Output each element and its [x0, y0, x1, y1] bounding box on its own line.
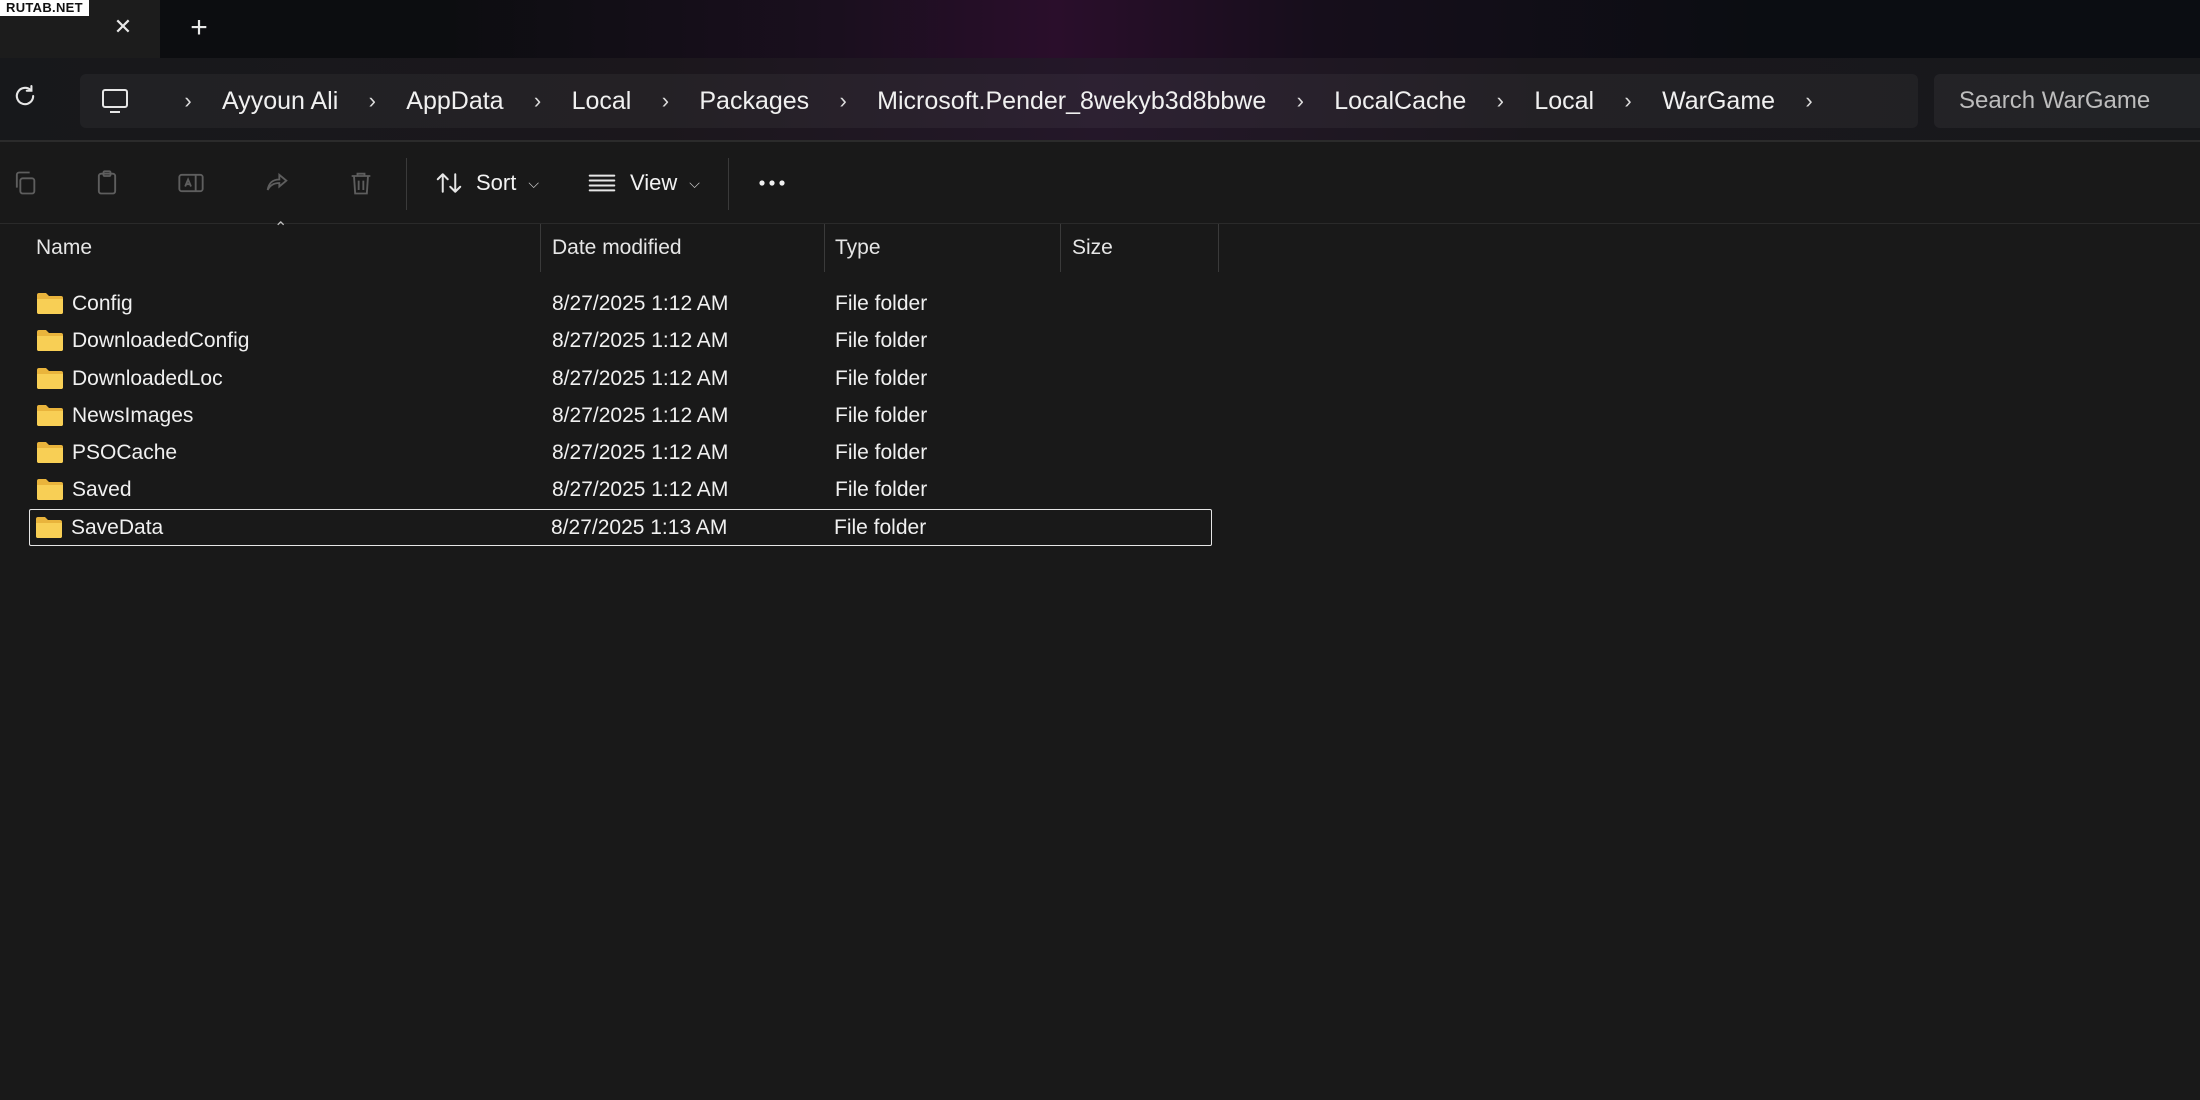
folder-icon [36, 403, 64, 427]
file-name: NewsImages [72, 403, 194, 427]
chevron-right-icon[interactable]: › [1488, 88, 1512, 114]
file-date-modified: 8/27/2025 1:12 AM [552, 441, 729, 465]
share-icon[interactable] [262, 168, 292, 198]
file-date-modified: 8/27/2025 1:12 AM [552, 366, 729, 390]
file-row[interactable]: NewsImages 8/27/2025 1:12 AM File folder [30, 397, 1212, 434]
file-row[interactable]: Saved 8/27/2025 1:12 AM File folder [30, 471, 1212, 508]
file-type: File folder [835, 329, 928, 353]
chevron-right-icon[interactable]: › [1288, 88, 1312, 114]
breadcrumb-item[interactable]: LocalCache [1334, 87, 1466, 116]
file-date-modified: 8/27/2025 1:13 AM [551, 515, 728, 539]
paste-icon[interactable] [92, 168, 122, 198]
toolbar-divider [406, 158, 407, 210]
chevron-right-icon[interactable]: › [176, 88, 200, 114]
breadcrumb-item[interactable]: Local [572, 87, 632, 116]
file-date-modified: 8/27/2025 1:12 AM [552, 478, 729, 502]
toolbar-divider [728, 158, 729, 210]
column-name-label: Name [36, 236, 93, 259]
column-header-name[interactable]: Name [26, 224, 540, 272]
column-divider[interactable] [1218, 224, 1219, 272]
chevron-right-icon[interactable]: › [526, 88, 550, 114]
chevron-right-icon[interactable]: › [1797, 88, 1821, 114]
file-date-modified: 8/27/2025 1:12 AM [552, 403, 729, 427]
column-divider[interactable] [540, 224, 541, 272]
column-headers: Name Date modified Type Size [0, 224, 1220, 272]
column-type-label: Type [835, 236, 881, 259]
file-name: DownloadedLoc [72, 366, 223, 390]
delete-icon[interactable] [346, 168, 376, 198]
watermark: RUTAB.NET [0, 0, 89, 16]
view-label: View [630, 170, 678, 195]
file-type: File folder [835, 441, 928, 465]
folder-icon [36, 291, 64, 315]
view-button[interactable]: View ⌵ [586, 164, 700, 202]
file-name: Saved [72, 478, 132, 502]
file-type: File folder [835, 478, 928, 502]
column-header-size[interactable]: Size [1062, 224, 1218, 272]
folder-icon [35, 515, 63, 539]
address-row: › Ayyoun Ali › AppData › Local › Packages › Micro… [0, 58, 2200, 142]
copy-icon[interactable] [10, 168, 40, 198]
chevron-right-icon[interactable]: › [831, 88, 855, 114]
column-divider[interactable] [1060, 224, 1061, 272]
file-list: Config 8/27/2025 1:12 AM File folder Downlo… [29, 285, 1212, 547]
file-name: PSOCache [72, 441, 178, 465]
file-type: File folder [835, 366, 928, 390]
search-placeholder: Search WarGame [1959, 87, 2151, 114]
breadcrumb-item[interactable]: WarGame [1662, 87, 1775, 116]
breadcrumb-item[interactable]: Local [1534, 87, 1594, 116]
breadcrumb-item[interactable]: Packages [699, 87, 809, 116]
file-type: File folder [834, 515, 927, 539]
more-icon[interactable] [756, 168, 788, 198]
file-name: Config [72, 292, 133, 315]
rename-icon[interactable] [176, 168, 206, 198]
chevron-down-icon: ⌵ [689, 174, 700, 191]
file-date-modified: 8/27/2025 1:12 AM [552, 292, 729, 315]
close-icon[interactable]: ✕ [108, 12, 138, 42]
file-row[interactable]: DownloadedConfig 8/27/2025 1:12 AM File fo… [30, 322, 1212, 359]
chevron-down-icon: ⌵ [528, 174, 539, 191]
chevron-right-icon[interactable]: › [1616, 88, 1640, 114]
breadcrumb-item[interactable]: Microsoft.Pender_8wekyb3d8bbwe [877, 87, 1266, 116]
folder-icon [36, 328, 64, 352]
file-row[interactable]: SaveData 8/27/2025 1:13 AM File folder [29, 508, 1212, 547]
computer-icon[interactable] [98, 84, 132, 118]
breadcrumb[interactable]: › Ayyoun Ali › AppData › Local › Packages › Micro… [80, 74, 1918, 128]
folder-icon [36, 366, 64, 390]
command-bar: Sort ⌵ View ⌵ [0, 142, 2200, 224]
file-type: File folder [835, 292, 928, 315]
column-header-type[interactable]: Type [825, 224, 1061, 272]
sort-button[interactable]: Sort ⌵ [434, 164, 539, 202]
plus-icon[interactable]: + [184, 13, 214, 43]
file-row[interactable]: PSOCache 8/27/2025 1:12 AM File folder [30, 434, 1212, 471]
refresh-icon[interactable] [10, 82, 40, 112]
file-date-modified: 8/27/2025 1:12 AM [552, 329, 729, 353]
column-date-label: Date modified [552, 236, 682, 259]
file-row[interactable]: Config 8/27/2025 1:12 AM File folder [30, 285, 1212, 322]
breadcrumb-item[interactable]: Ayyoun Ali [222, 87, 338, 116]
column-size-label: Size [1072, 236, 1113, 259]
search-input[interactable]: Search WarGame [1934, 74, 2200, 128]
sort-icon [436, 173, 462, 193]
chevron-right-icon[interactable]: › [360, 88, 384, 114]
view-icon [588, 174, 616, 192]
file-name: SaveData [71, 515, 164, 539]
column-header-date[interactable]: Date modified [542, 224, 824, 272]
title-bar: ✕ RUTAB.NET + [0, 0, 2200, 58]
chevron-right-icon[interactable]: › [653, 88, 677, 114]
file-name: DownloadedConfig [72, 329, 250, 353]
file-type: File folder [835, 403, 928, 427]
folder-icon [36, 477, 64, 501]
file-row[interactable]: DownloadedLoc 8/27/2025 1:12 AM File folde… [30, 360, 1212, 397]
breadcrumb-item[interactable]: AppData [406, 87, 503, 116]
folder-icon [36, 440, 64, 464]
sort-label: Sort [476, 170, 517, 195]
